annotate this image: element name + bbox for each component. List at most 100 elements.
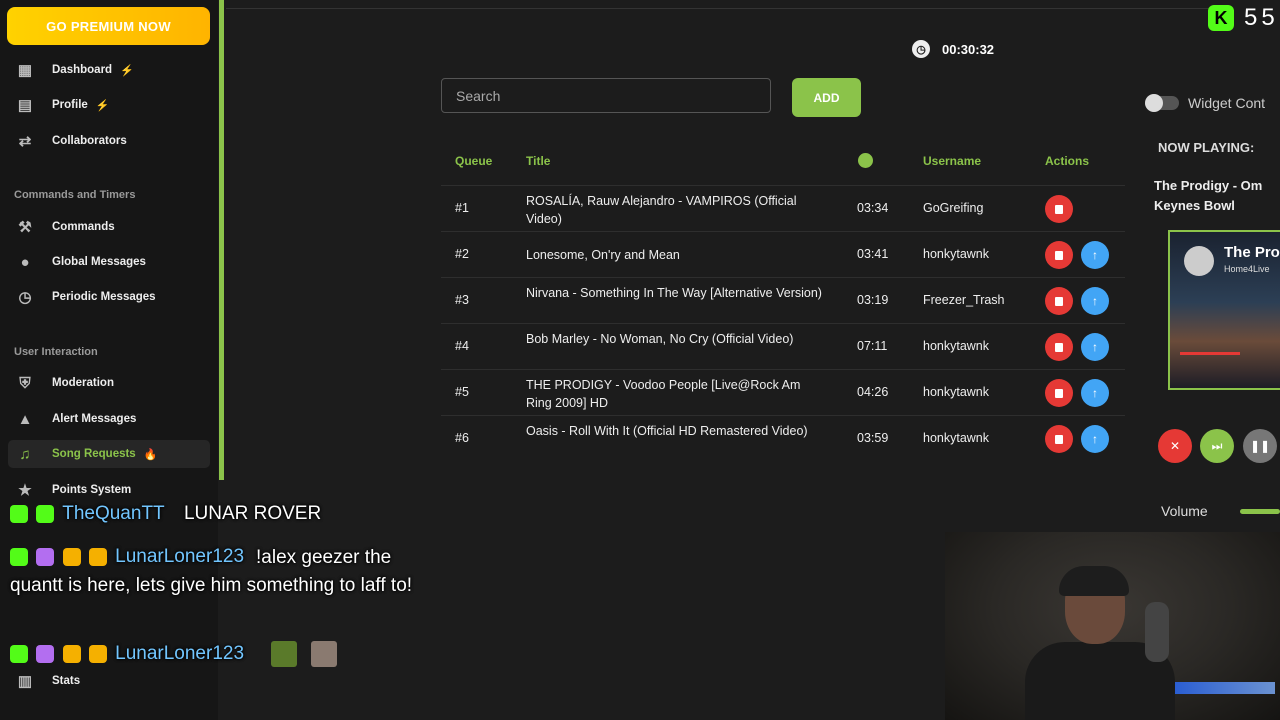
app-root: GO PREMIUM NOW ▦ Dashboard ⚡ ▤ Profile ⚡… [0, 0, 1280, 720]
delete-button[interactable] [1045, 379, 1073, 407]
gift-badge-icon [36, 645, 55, 663]
move-up-button[interactable]: ↑ [1081, 425, 1109, 453]
sidebar-item-dashboard[interactable]: ▦ Dashboard ⚡ [8, 56, 210, 84]
trash-icon [1055, 434, 1063, 444]
toggle-knob [1145, 94, 1163, 112]
webcam-person-cap [1059, 566, 1129, 596]
column-header-title: Title [526, 154, 551, 168]
sidebar-item-label: Stats [52, 675, 81, 687]
song-title: ROSALÍA, Rauw Alejandro - VAMPIROS (Offi… [526, 194, 797, 226]
sidebar-item-song-requests[interactable]: ♫ Song Requests 🔥 [8, 440, 210, 468]
section-commands-timers: Commands and Timers [14, 189, 136, 201]
search-input[interactable] [441, 78, 771, 113]
requester-username: honkytawnk [923, 431, 990, 445]
grid-icon: ▦ [17, 62, 33, 79]
trash-icon [1055, 204, 1063, 214]
move-up-button[interactable]: ↑ [1081, 287, 1109, 315]
chat-bubble-icon: ● [20, 253, 30, 271]
hammer-icon: ⚒ [18, 219, 32, 236]
viewer-count: K 55 [1208, 4, 1279, 32]
crown-badge-icon [88, 645, 107, 663]
video-thumbnail[interactable]: The Pro Home4Live [1168, 230, 1280, 390]
song-title: Bob Marley - No Woman, No Cry (Official … [526, 332, 794, 346]
sidebar: GO PREMIUM NOW ▦ Dashboard ⚡ ▤ Profile ⚡… [0, 0, 218, 720]
song-title: Oasis - Roll With It (Official HD Remast… [526, 424, 808, 438]
table-row: #4 Bob Marley - No Woman, No Cry (Offici… [441, 323, 1125, 369]
thumbnail-title: The Pro [1224, 244, 1280, 261]
viewer-count-value: 55 [1244, 4, 1279, 31]
volume-slider[interactable] [1240, 509, 1280, 514]
move-up-button[interactable]: ↑ [1081, 379, 1109, 407]
sidebar-item-label: Periodic Messages [52, 291, 156, 303]
now-playing-title-line: The Prodigy - Om [1154, 178, 1263, 193]
sidebar-item-profile[interactable]: ▤ Profile ⚡ [8, 91, 210, 119]
stop-button[interactable]: ✕ [1158, 429, 1192, 463]
sidebar-item-stats[interactable]: ▥ Stats [8, 667, 210, 695]
song-title: Lonesome, On'ry and Mean [526, 248, 680, 262]
sidebar-item-moderation[interactable]: ⛨ Moderation [8, 369, 210, 397]
add-button[interactable]: ADD [792, 78, 861, 117]
move-up-button[interactable]: ↑ [1081, 333, 1109, 361]
timer-value: 00:30:32 [942, 41, 995, 57]
arrow-up-icon: ↑ [1092, 340, 1098, 354]
sidebar-item-label: Profile [52, 99, 88, 111]
music-icon: ♫ [19, 445, 31, 463]
trash-icon [1055, 296, 1063, 306]
queue-number: #6 [455, 431, 469, 445]
sidebar-item-alert-messages[interactable]: ▲ Alert Messages [8, 405, 210, 433]
song-title: THE PRODIGY - Voodoo People [Live@Rock A… [526, 378, 801, 410]
sidebar-item-periodic-messages[interactable]: ◷ Periodic Messages [8, 283, 210, 311]
delete-button[interactable] [1045, 195, 1073, 223]
chat-message: TheQuanTT LUNAR ROVER [10, 503, 321, 525]
emote-image [310, 641, 337, 667]
delete-button[interactable] [1045, 287, 1073, 315]
trash-icon [1055, 388, 1063, 398]
bar-chart-icon: ▥ [17, 673, 33, 690]
sidebar-item-collaborators[interactable]: ⇄ Collaborators [8, 127, 210, 155]
profile-icon: ▤ [17, 97, 33, 114]
kick-badge-icon [10, 645, 28, 663]
now-playing-title-line: Keynes Bowl [1154, 198, 1235, 213]
widget-control-toggle[interactable] [1145, 94, 1179, 112]
sidebar-item-label: Points System [52, 484, 132, 496]
verified-badge-icon [36, 504, 55, 523]
table-row: #6 Oasis - Roll With It (Official HD Rem… [441, 415, 1125, 461]
sidebar-item-label: Dashboard [52, 64, 113, 76]
duration-clock-icon [858, 153, 873, 168]
column-header-actions: Actions [1045, 154, 1090, 168]
delete-button[interactable] [1045, 241, 1073, 269]
trash-icon [1055, 250, 1063, 260]
close-icon: ✕ [1169, 439, 1181, 453]
queue-table-header: Queue Title Username Actions [441, 150, 1125, 174]
requester-username: honkytawnk [923, 247, 990, 261]
sidebar-item-label: Song Requests [52, 448, 136, 460]
sidebar-item-points-system[interactable]: ★ Points System [8, 476, 210, 504]
column-header-queue: Queue [455, 154, 493, 168]
kick-logo-icon: K [1208, 5, 1234, 31]
delete-button[interactable] [1045, 425, 1073, 453]
kick-badge-icon [10, 504, 28, 523]
sidebar-scrollbar[interactable] [219, 0, 224, 480]
sidebar-item-global-messages[interactable]: ● Global Messages [8, 248, 210, 276]
table-row: #3 Nirvana - Something In The Way [Alter… [441, 277, 1125, 323]
sub-badge-icon [62, 645, 81, 663]
keyboard-lights [1175, 682, 1275, 694]
arrow-up-icon: ↑ [1092, 248, 1098, 262]
sidebar-item-commands[interactable]: ⚒ Commands [8, 213, 210, 241]
sidebar-item-label: Collaborators [52, 135, 127, 147]
move-up-button[interactable]: ↑ [1081, 241, 1109, 269]
song-title: Nirvana - Something In The Way [Alternat… [526, 286, 822, 300]
bolt-icon: ⚡ [95, 99, 110, 112]
column-header-username: Username [923, 154, 982, 168]
thumbnail-channel: Home4Live [1224, 264, 1270, 274]
sidebar-item-label: Global Messages [52, 256, 146, 268]
delete-button[interactable] [1045, 333, 1073, 361]
table-row: #2 Lonesome, On'ry and Mean 03:41 honkyt… [441, 231, 1125, 277]
chat-text: !alex geezer the quantt is here, lets gi… [10, 547, 413, 596]
video-progress-bar [1180, 352, 1240, 355]
clock-icon: ◷ [912, 40, 930, 58]
skip-button[interactable]: ⏭ [1200, 429, 1234, 463]
go-premium-button[interactable]: GO PREMIUM NOW [7, 7, 210, 45]
pause-button[interactable]: ❚❚ [1243, 429, 1277, 463]
chat-message: LunarLoner123 [10, 641, 337, 667]
